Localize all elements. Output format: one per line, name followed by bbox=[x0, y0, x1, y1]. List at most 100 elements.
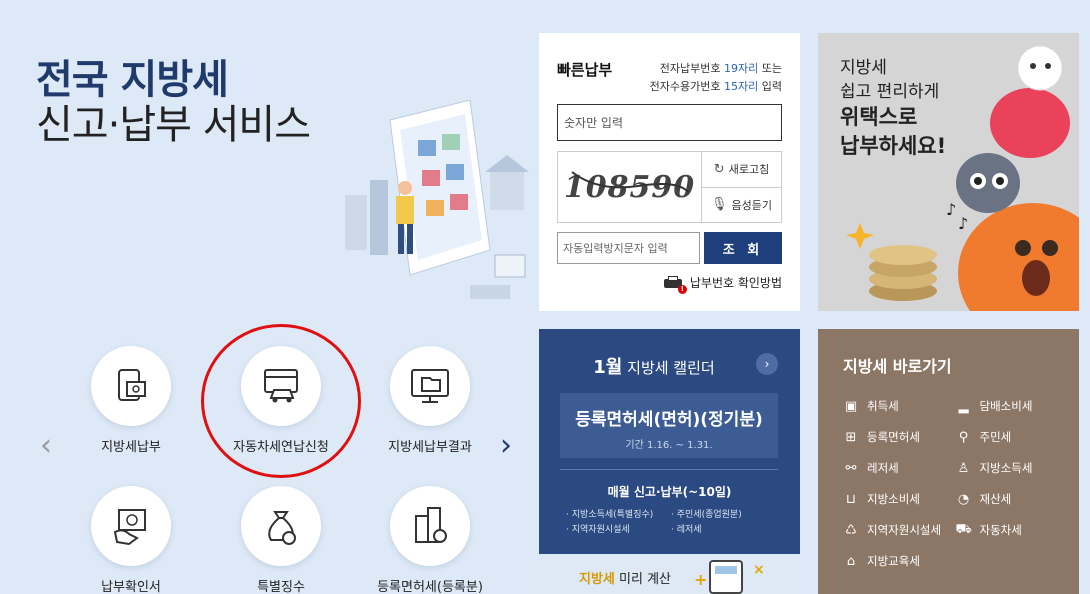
service-payment-result[interactable]: 지방세납부결과 bbox=[370, 346, 490, 455]
hero-title: 전국 지방세 신고·납부 서비스 bbox=[36, 57, 311, 148]
shortcut-label: 주민세 bbox=[979, 430, 1012, 444]
payment-number-input[interactable] bbox=[557, 104, 782, 141]
quick-pay-info: 전자납부번호 19자리 또는 전자수용가번호 15자리 입력 bbox=[650, 60, 782, 96]
shortcut-car-tax[interactable]: ⛟ 자동차세 bbox=[956, 521, 1069, 539]
tax-payment-icon bbox=[91, 346, 171, 426]
shortcuts-list: ▣ 취득세 ▂ 담배소비세 ⊞ 등록면허세 ⚲ 주민세 ⚯ 레저세 ♙ 지방소득세 ⊔ 지방소… bbox=[843, 397, 1068, 570]
shortcut-property-tax[interactable]: ◔ 재산세 bbox=[956, 490, 1069, 508]
shortcuts-title: 지방세 바로가기 bbox=[843, 357, 952, 376]
captcha-input[interactable] bbox=[557, 232, 700, 264]
shortcut-label: 등록면허세 bbox=[867, 430, 920, 444]
service-label: 지방세납부 bbox=[101, 440, 161, 455]
captcha-box: 108590 ↻ 새로고침 🎙 음성듣기 bbox=[557, 151, 782, 223]
shortcut-label: 자동차세 bbox=[979, 523, 1022, 537]
shortcut-label: 담배소비세 bbox=[979, 399, 1033, 413]
captcha-audio-button[interactable]: 🎙 음성듣기 bbox=[702, 186, 781, 223]
special-collection-icon bbox=[241, 486, 321, 566]
payment-certificate-icon bbox=[91, 486, 171, 566]
refresh-icon: ↻ bbox=[713, 161, 725, 177]
shortcut-label: 지역자원시설세 bbox=[867, 523, 942, 537]
car-icon: ⛟ bbox=[955, 521, 972, 537]
shortcut-label: 지방교육세 bbox=[867, 554, 920, 568]
list-item: 지역자원시설세 bbox=[566, 522, 671, 535]
captcha-refresh-label: 새로고침 bbox=[728, 163, 770, 177]
calendar-heading: 1월 지방세 캘린더 bbox=[539, 353, 769, 379]
payment-number-help-label: 납부번호 확인방법 bbox=[689, 276, 782, 290]
property-icon: ◔ bbox=[957, 491, 970, 507]
captcha-image: 108590 bbox=[558, 152, 702, 222]
svg-text:♪: ♪ bbox=[946, 200, 956, 219]
carousel-next-arrow[interactable]: › bbox=[500, 428, 512, 463]
hero-illustration bbox=[345, 100, 529, 299]
lookup-button[interactable]: 조 회 bbox=[704, 232, 782, 264]
shortcut-label: 재산세 bbox=[979, 492, 1012, 506]
list-item: 주민세(종업원분) bbox=[671, 507, 776, 520]
info-text: 전자납부번호 bbox=[659, 62, 724, 75]
tax-calendar-panel: 1월 지방세 캘린더 › 등록면허세(면허)(정기분) 기간 1.16. ~ 1… bbox=[539, 329, 800, 594]
service-payment-certificate[interactable]: 납부확인서 bbox=[71, 486, 191, 594]
calendar-title: 지방세 캘린더 bbox=[622, 359, 715, 377]
recycle-icon: ♺ bbox=[845, 522, 857, 538]
list-item: 지방소득세(특별징수) bbox=[566, 507, 671, 520]
quick-pay-title: 빠른납부 bbox=[557, 61, 613, 79]
svg-text:♪: ♪ bbox=[958, 214, 968, 233]
shortcut-income-tax[interactable]: ♙ 지방소득세 bbox=[956, 459, 1069, 477]
calendar-next-icon[interactable]: › bbox=[756, 353, 778, 375]
captcha-noise-line bbox=[571, 171, 689, 193]
service-label: 등록면허세(등록분) bbox=[377, 580, 483, 594]
shortcut-consumption-tax[interactable]: ⊔ 지방소비세 bbox=[843, 490, 956, 508]
payment-result-icon bbox=[390, 346, 470, 426]
plus-icon: + bbox=[694, 570, 708, 589]
tax-calculator-link[interactable]: 지방세 미리 계산 + × bbox=[539, 554, 800, 594]
calculator-icon bbox=[709, 560, 743, 594]
shortcut-leisure-tax[interactable]: ⚯ 레저세 bbox=[843, 459, 956, 477]
shortcut-education-tax[interactable]: ⌂ 지방교육세 bbox=[843, 552, 956, 570]
shortcut-label: 취득세 bbox=[867, 399, 899, 413]
cigarette-icon: ▂ bbox=[958, 398, 969, 414]
resident-icon: ⚲ bbox=[958, 429, 969, 445]
wetax-ad-banner[interactable]: 지방세 쉽고 편리하게 위택스로 납부하세요! ♪ ♪ bbox=[818, 33, 1079, 311]
printer-icon: ! bbox=[663, 275, 687, 294]
income-icon: ♙ bbox=[957, 460, 970, 476]
shortcut-label: 지방소비세 bbox=[867, 492, 920, 506]
carousel-prev-arrow[interactable]: ‹ bbox=[40, 428, 52, 463]
list-item: 레저세 bbox=[671, 522, 776, 535]
quick-pay-panel: 빠른납부 전자납부번호 19자리 또는 전자수용가번호 15자리 입력 1085… bbox=[539, 33, 800, 311]
service-car-tax-annual[interactable]: 자동차세연납신청 bbox=[221, 346, 341, 455]
hero-title-line1: 전국 지방세 bbox=[36, 57, 229, 103]
service-label: 지방세납부결과 bbox=[388, 440, 472, 455]
calculator-highlight: 지방세 bbox=[579, 572, 615, 587]
hero-title-line2: 신고·납부 서비스 bbox=[36, 101, 311, 148]
calendar-monthly-list: 지방소득세(특별징수) 주민세(종업원분) 지역자원시설세 레저세 bbox=[566, 507, 776, 535]
captcha-refresh-button[interactable]: ↻ 새로고침 bbox=[702, 152, 781, 187]
calendar-divider bbox=[560, 469, 778, 470]
bicycle-icon: ⚯ bbox=[845, 460, 857, 476]
ad-character-illustration: ♪ ♪ bbox=[846, 45, 1079, 311]
service-registration-tax[interactable]: 등록면허세(등록분) bbox=[370, 486, 490, 594]
calendar-event-period: 기간 1.16. ~ 1.31. bbox=[625, 440, 713, 451]
service-tax-payment[interactable]: 지방세납부 bbox=[71, 346, 191, 455]
shortcut-resident-tax[interactable]: ⚲ 주민세 bbox=[956, 428, 1069, 446]
service-special-collection[interactable]: 특별징수 bbox=[221, 486, 341, 594]
payment-number-help-link[interactable]: ! 납부번호 확인방법 bbox=[663, 274, 782, 294]
registration-tax-icon bbox=[390, 486, 470, 566]
service-label: 납부확인서 bbox=[101, 580, 161, 594]
info-text: 전자수용가번호 bbox=[649, 80, 724, 93]
info-text: 입력 bbox=[758, 80, 782, 93]
service-label: 자동차세연납신청 bbox=[233, 440, 329, 455]
shortcut-tobacco-tax[interactable]: ▂ 담배소비세 bbox=[956, 397, 1069, 415]
registration-icon: ⊞ bbox=[845, 429, 857, 445]
captcha-audio-label: 음성듣기 bbox=[731, 198, 772, 212]
shortcut-label: 지방소득세 bbox=[979, 461, 1033, 475]
shortcut-label: 레저세 bbox=[867, 461, 899, 475]
calendar-event[interactable]: 등록면허세(면허)(정기분) 기간 1.16. ~ 1.31. bbox=[560, 393, 778, 458]
shortcut-acquisition-tax[interactable]: ▣ 취득세 bbox=[843, 397, 956, 415]
info-text: 또는 bbox=[758, 62, 782, 75]
shortcut-registration-tax[interactable]: ⊞ 등록면허세 bbox=[843, 428, 956, 446]
shortcut-regional-resource-tax[interactable]: ♺ 지역자원시설세 bbox=[843, 521, 956, 539]
service-label: 특별징수 bbox=[257, 580, 305, 594]
cart-icon: ⊔ bbox=[845, 491, 857, 507]
microphone-icon: 🎙 bbox=[711, 197, 728, 213]
info-highlight: 15자리 bbox=[724, 80, 759, 93]
calendar-event-title: 등록면허세(면허)(정기분) bbox=[575, 410, 763, 430]
